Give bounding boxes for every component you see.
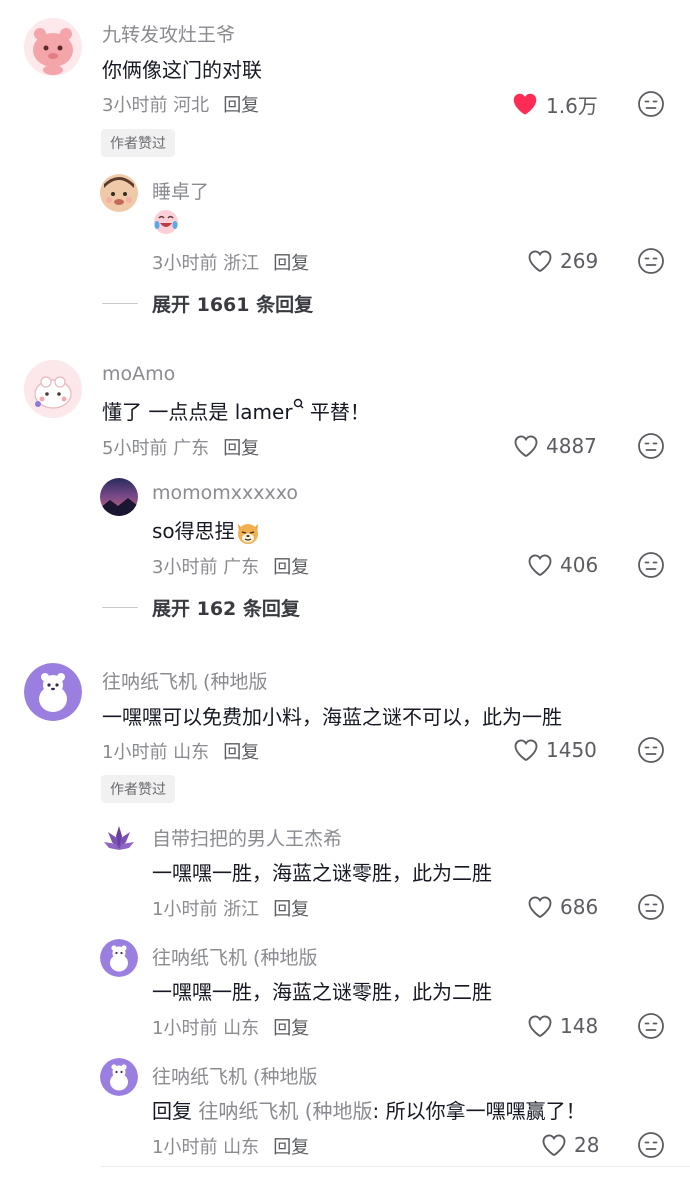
reply-author[interactable]: 往呐纸飞机 (种地版 (152, 1062, 317, 1089)
reply-text-part: so得思捏 (152, 519, 235, 543)
reply-button[interactable]: 回复 (273, 1137, 309, 1158)
divider (102, 607, 138, 608)
reply-meta: 3小时前 广东 回复 (152, 553, 309, 579)
dislike-icon[interactable] (637, 90, 665, 118)
reply-author[interactable]: 往呐纸飞机 (种地版 (152, 943, 317, 970)
comment-meta: 5小时前 广东 回复 (102, 434, 259, 460)
divider (102, 303, 138, 304)
like-button[interactable]: 4887 (512, 432, 597, 460)
comment-time-location: 1小时前 山东 (102, 742, 210, 763)
avatar[interactable] (100, 1058, 138, 1096)
comment-time-location: 3小时前 河北 (102, 95, 210, 116)
reply-button[interactable]: 回复 (273, 1018, 309, 1039)
comment-author[interactable]: 九转发攻灶王爷 (102, 20, 235, 47)
expand-replies-label: 展开 1661 条回复 (152, 294, 314, 316)
avatar[interactable] (100, 174, 138, 212)
dislike-icon[interactable] (637, 432, 665, 460)
reply-meta: 1小时前 浙江 回复 (152, 895, 309, 921)
like-button[interactable]: 1.6万 (510, 89, 598, 119)
like-button[interactable]: 269 (526, 247, 598, 275)
avatar[interactable] (100, 820, 138, 858)
reply-author[interactable]: 睡卓了 (152, 177, 209, 204)
heart-filled-icon (510, 89, 540, 119)
heart-outline-icon (512, 432, 540, 460)
shiba-dog-emoji-icon (237, 523, 258, 544)
like-count: 1450 (546, 738, 597, 762)
like-count: 1.6万 (546, 93, 598, 118)
heart-outline-icon (526, 893, 554, 921)
avatar[interactable] (100, 939, 138, 977)
dislike-icon[interactable] (637, 551, 665, 579)
like-count: 4887 (546, 434, 597, 458)
heart-outline-icon (526, 551, 554, 579)
like-count: 148 (560, 1014, 599, 1038)
heart-outline-icon (526, 1012, 554, 1040)
reply-button[interactable]: 回复 (273, 253, 309, 274)
reply-button[interactable]: 回复 (223, 742, 259, 763)
reply-time-location: 3小时前 广东 (152, 557, 260, 578)
reply-meta: 3小时前 浙江 回复 (152, 249, 309, 275)
reply-author[interactable]: momomxxxxxo (152, 482, 298, 504)
like-button[interactable]: 28 (540, 1131, 599, 1159)
comment-text-part: 平替！ (303, 400, 370, 424)
comment-meta: 1小时前 山东 回复 (102, 738, 259, 764)
reply-text: 一嘿嘿一胜，海蓝之谜零胜，此为二胜 (152, 861, 492, 885)
crying-laughing-emoji-icon (152, 207, 180, 235)
reply-text: 一嘿嘿一胜，海蓝之谜零胜，此为二胜 (152, 980, 492, 1004)
avatar[interactable] (24, 663, 82, 721)
comment-meta: 3小时前 河北 回复 (102, 91, 259, 117)
divider (100, 1166, 690, 1167)
reply-time-location: 1小时前 浙江 (152, 899, 260, 920)
like-button[interactable]: 1450 (512, 736, 597, 764)
comment-text: 懂了 一点点是 lamer 平替！ (102, 396, 370, 425)
reply-author[interactable]: 自带扫把的男人王杰希 (152, 824, 342, 851)
dislike-icon[interactable] (637, 247, 665, 275)
dislike-icon[interactable] (637, 893, 665, 921)
expand-replies-button[interactable]: 展开 162 条回复 (102, 594, 300, 621)
like-count: 269 (560, 249, 599, 273)
reply-meta: 1小时前 山东 回复 (152, 1014, 309, 1040)
like-button[interactable]: 686 (526, 893, 598, 921)
reply-text: so得思捏 (152, 515, 261, 546)
avatar[interactable] (24, 18, 82, 76)
reply-time-location: 1小时前 山东 (152, 1137, 260, 1158)
author-liked-badge: 作者赞过 (101, 129, 175, 157)
heart-outline-icon (540, 1131, 568, 1159)
comment-text: 一嘿嘿可以免费加小料，海蓝之谜不可以，此为一胜 (102, 705, 562, 729)
heart-outline-icon (512, 736, 540, 764)
like-count: 406 (560, 553, 599, 577)
author-liked-badge: 作者赞过 (101, 775, 175, 803)
reply-time-location: 1小时前 山东 (152, 1018, 260, 1039)
avatar[interactable] (100, 478, 138, 516)
reply-button[interactable]: 回复 (223, 438, 259, 459)
comment-text-part: 懂了 一点点是 (102, 400, 235, 424)
like-count: 686 (560, 895, 599, 919)
avatar[interactable] (24, 360, 82, 418)
reply-meta: 1小时前 山东 回复 (152, 1133, 309, 1159)
heart-outline-icon (526, 247, 554, 275)
reply-prefix: 回复 (152, 1099, 192, 1123)
dislike-icon[interactable] (637, 1131, 665, 1159)
comment-text: 你俩像这门的对联 (102, 58, 262, 82)
dislike-icon[interactable] (637, 1012, 665, 1040)
expand-replies-label: 展开 162 条回复 (152, 598, 300, 620)
reply-button[interactable]: 回复 (223, 95, 259, 116)
comment-time-location: 5小时前 广东 (102, 438, 210, 459)
reply-text: 回复 往呐纸飞机 (种地版: 所以你拿一嘿嘿赢了！ (152, 1095, 586, 1124)
dislike-icon[interactable] (637, 736, 665, 764)
reply-to-user[interactable]: 往呐纸飞机 (种地版 (198, 1099, 372, 1123)
comment-author[interactable]: 往呐纸飞机 (种地版 (102, 667, 267, 694)
search-icon (293, 398, 304, 409)
comment-author[interactable]: moAmo (102, 363, 175, 385)
reply-time-location: 3小时前 浙江 (152, 253, 260, 274)
reply-button[interactable]: 回复 (273, 899, 309, 920)
search-link-label: lamer (234, 400, 293, 424)
search-link[interactable]: lamer (234, 398, 304, 424)
like-button[interactable]: 406 (526, 551, 598, 579)
like-count: 28 (574, 1133, 600, 1157)
expand-replies-button[interactable]: 展开 1661 条回复 (102, 290, 313, 317)
like-button[interactable]: 148 (526, 1012, 598, 1040)
reply-button[interactable]: 回复 (273, 557, 309, 578)
reply-text-part: : 所以你拿一嘿嘿赢了！ (372, 1099, 586, 1123)
